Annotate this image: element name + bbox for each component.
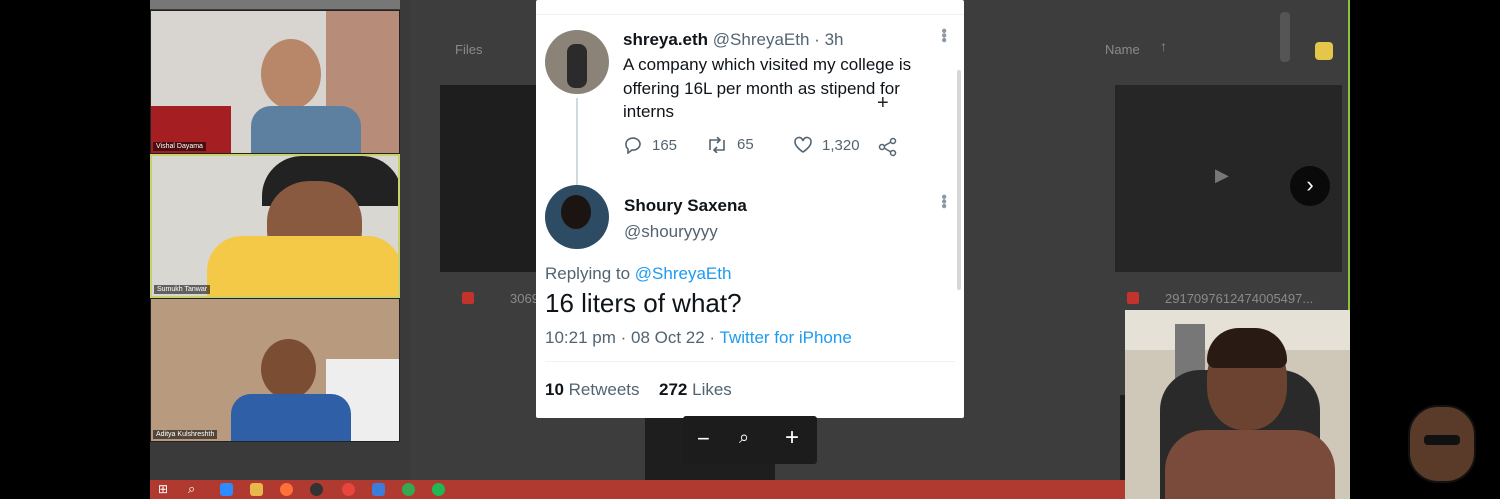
taskbar: ⊞ ⌕ bbox=[150, 480, 1125, 499]
tweet-text: A company which visited my college is of… bbox=[623, 55, 912, 121]
more-options-icon[interactable]: ••• bbox=[934, 28, 952, 42]
participant-tile-partial bbox=[150, 0, 400, 9]
avatar-figure bbox=[567, 44, 587, 88]
like-action[interactable]: 1,320 bbox=[793, 136, 860, 154]
more-options-icon[interactable]: ••• bbox=[934, 194, 952, 208]
face bbox=[261, 39, 321, 109]
chevron-right-icon[interactable]: › bbox=[1290, 166, 1330, 206]
author-handle[interactable]: @ShreyaEth bbox=[713, 30, 810, 49]
channel-logo bbox=[1408, 405, 1476, 483]
play-icon: ▶ bbox=[1215, 165, 1229, 185]
reply-icon bbox=[625, 137, 641, 154]
participant-name: Vishal Dayama bbox=[153, 142, 206, 151]
logo-glasses bbox=[1424, 435, 1460, 445]
participant-name: Sumukh Tanwar bbox=[154, 285, 211, 294]
shirt bbox=[231, 394, 351, 441]
participant-tile[interactable]: Vishal Dayama bbox=[150, 10, 400, 154]
tweet-card: shreya.eth @ShreyaEth · 3h ••• A company… bbox=[536, 0, 964, 418]
reply-text: 16 liters of what? bbox=[545, 288, 742, 318]
retweet-icon bbox=[709, 136, 725, 153]
participant-tile-active[interactable]: Sumukh Tanwar bbox=[150, 154, 400, 298]
streamer-webcam bbox=[1125, 310, 1350, 499]
image-file-icon bbox=[462, 292, 474, 304]
replying-to-label: Replying to bbox=[545, 264, 631, 283]
zoom-app-icon[interactable] bbox=[220, 483, 233, 496]
firefox-icon[interactable] bbox=[280, 483, 293, 496]
like-count: 1,320 bbox=[822, 136, 860, 154]
shirt bbox=[251, 106, 361, 153]
retweet-count: 65 bbox=[737, 136, 754, 153]
cursor-crosshair-icon: + bbox=[877, 92, 889, 114]
file-explorer-icon[interactable] bbox=[250, 483, 263, 496]
file-name-left[interactable]: 3069 bbox=[510, 291, 539, 306]
reply-timestamp[interactable]: 10:21 pm · 08 Oct 22 · bbox=[545, 328, 720, 347]
search-icon[interactable]: ⌕ bbox=[188, 481, 195, 497]
face bbox=[261, 339, 316, 399]
reply-avatar[interactable] bbox=[545, 185, 609, 249]
reply-action[interactable]: 165 bbox=[623, 136, 677, 154]
engagement-stats: 10 Retweets 272 Likes bbox=[545, 380, 732, 400]
files-heading: Files bbox=[455, 42, 483, 57]
reply-client[interactable]: Twitter for iPhone bbox=[720, 328, 852, 347]
retweet-action[interactable]: 65 bbox=[706, 136, 754, 153]
tweet-time[interactable]: 3h bbox=[825, 30, 844, 49]
tweet-header: shreya.eth @ShreyaEth · 3h bbox=[623, 30, 843, 50]
reply-count: 165 bbox=[652, 136, 678, 154]
heart-icon bbox=[794, 136, 812, 153]
replying-to-handle[interactable]: @ShreyaEth bbox=[635, 264, 732, 283]
magnifier-icon[interactable]: ⌕ bbox=[739, 427, 749, 448]
windows-start-icon[interactable]: ⊞ bbox=[158, 482, 168, 496]
zoom-in-button[interactable]: + bbox=[785, 424, 799, 452]
like-label[interactable]: Likes bbox=[692, 380, 732, 399]
thread-line bbox=[576, 98, 578, 186]
scrollbar[interactable] bbox=[1280, 12, 1290, 62]
retweet-label[interactable]: Retweets bbox=[569, 380, 640, 399]
shirt bbox=[207, 236, 398, 296]
reply-author-name[interactable]: Shoury Saxena bbox=[624, 196, 747, 216]
scrollbar[interactable] bbox=[957, 70, 961, 290]
image-file-icon bbox=[1127, 292, 1139, 304]
separator-dot: · bbox=[814, 30, 820, 49]
retweet-total[interactable]: 10 bbox=[545, 380, 564, 399]
notes-app-icon[interactable] bbox=[1315, 42, 1333, 60]
spotify-icon[interactable] bbox=[432, 483, 445, 496]
reply-meta: 10:21 pm · 08 Oct 22 · Twitter for iPhon… bbox=[545, 328, 852, 348]
shirt bbox=[1165, 430, 1335, 499]
zoom-out-button[interactable]: − bbox=[697, 426, 710, 452]
reply-author-handle[interactable]: @shouryyyy bbox=[624, 222, 718, 242]
avatar[interactable] bbox=[545, 30, 609, 94]
divider bbox=[536, 14, 964, 15]
chrome-profile-icon[interactable] bbox=[402, 483, 415, 496]
avatar-face bbox=[561, 195, 591, 229]
file-thumbnail[interactable] bbox=[440, 85, 538, 272]
sort-by-name[interactable]: Name bbox=[1105, 42, 1140, 57]
chrome-icon[interactable] bbox=[342, 483, 355, 496]
replying-to: Replying to @ShreyaEth bbox=[545, 264, 731, 284]
share-icon[interactable] bbox=[878, 137, 898, 157]
like-total[interactable]: 272 bbox=[659, 380, 687, 399]
author-name[interactable]: shreya.eth bbox=[623, 30, 708, 49]
obs-icon[interactable] bbox=[310, 483, 323, 496]
divider bbox=[545, 361, 955, 362]
calendar-icon[interactable] bbox=[372, 483, 385, 496]
file-name-right[interactable]: 2917097612474005497... bbox=[1165, 291, 1313, 306]
participant-tile[interactable]: Aditya Kulshreshth bbox=[150, 298, 400, 442]
participant-name: Aditya Kulshreshth bbox=[153, 430, 218, 439]
image-zoom-controls: − ⌕ + bbox=[683, 416, 817, 464]
window-edge bbox=[1348, 0, 1350, 310]
sort-arrow-icon[interactable]: ↑ bbox=[1160, 38, 1167, 54]
